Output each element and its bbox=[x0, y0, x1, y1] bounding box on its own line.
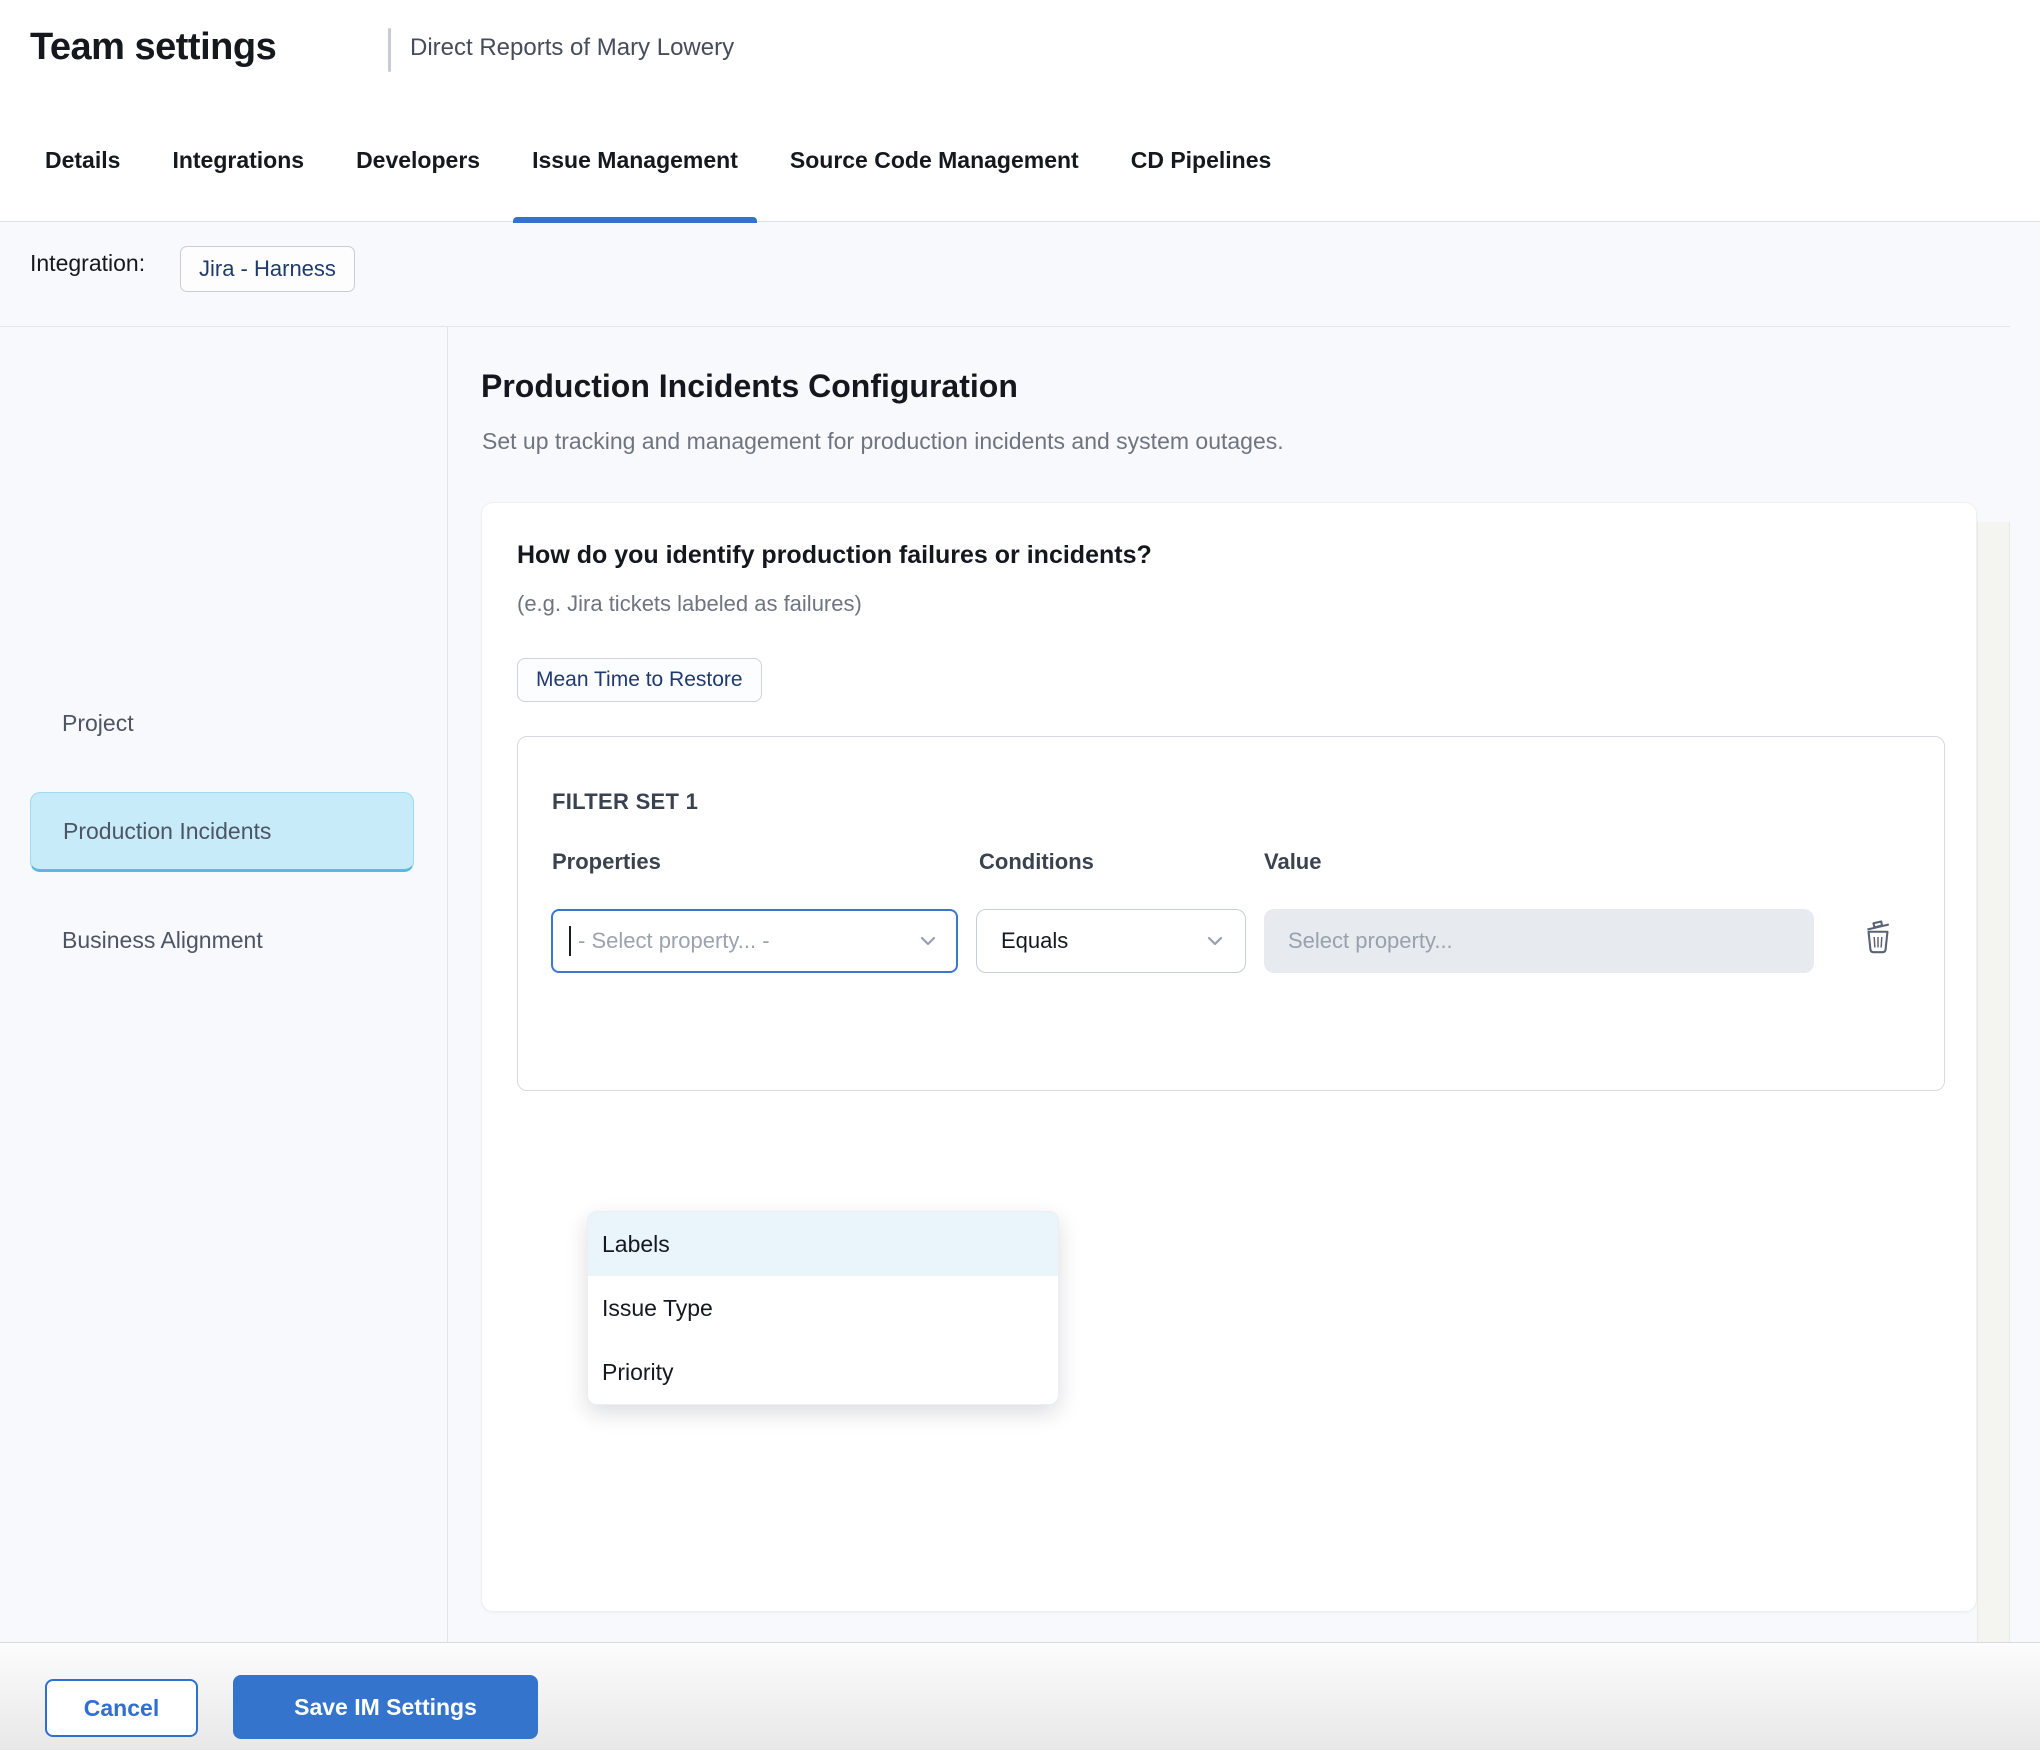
tab-details[interactable]: Details bbox=[45, 100, 120, 222]
filter-set-1: FILTER SET 1 Properties Conditions Value… bbox=[517, 736, 1945, 1091]
dropdown-option-issue-type[interactable]: Issue Type bbox=[588, 1276, 1058, 1340]
team-settings-page: Team settings Direct Reports of Mary Low… bbox=[0, 0, 2040, 1750]
integration-label: Integration: bbox=[30, 250, 145, 277]
section-title: Production Incidents Configuration bbox=[481, 368, 1018, 405]
scrollbar-track[interactable] bbox=[1977, 522, 2010, 1642]
properties-column-label: Properties bbox=[552, 849, 661, 875]
tab-issue-management[interactable]: Issue Management bbox=[532, 100, 738, 222]
mean-time-to-restore-chip[interactable]: Mean Time to Restore bbox=[517, 658, 762, 702]
delete-filter-button[interactable] bbox=[1854, 913, 1902, 961]
trash-icon bbox=[1857, 916, 1899, 958]
chevron-down-icon bbox=[916, 929, 940, 953]
filter-set-title: FILTER SET 1 bbox=[552, 789, 698, 815]
value-input[interactable] bbox=[1264, 909, 1814, 973]
title-separator bbox=[388, 28, 391, 72]
tab-integrations[interactable]: Integrations bbox=[172, 100, 304, 222]
tab-source-code-management[interactable]: Source Code Management bbox=[790, 100, 1079, 222]
tab-bar: Details Integrations Developers Issue Ma… bbox=[0, 100, 2040, 222]
page-subtitle: Direct Reports of Mary Lowery bbox=[410, 34, 734, 62]
value-column-label: Value bbox=[1264, 849, 1321, 875]
tab-cd-pipelines[interactable]: CD Pipelines bbox=[1131, 100, 1272, 222]
footer-bar: Cancel Save IM Settings bbox=[0, 1642, 2040, 1750]
dropdown-option-labels[interactable]: Labels bbox=[588, 1212, 1058, 1276]
integration-badge[interactable]: Jira - Harness bbox=[180, 246, 355, 292]
conditions-column-label: Conditions bbox=[979, 849, 1094, 875]
cancel-button[interactable]: Cancel bbox=[45, 1679, 198, 1737]
identify-incidents-question: How do you identify production failures … bbox=[517, 541, 1152, 570]
chevron-down-icon bbox=[1203, 929, 1227, 953]
property-dropdown: Labels Issue Type Priority bbox=[587, 1211, 1059, 1405]
sidebar-item-production-incidents[interactable]: Production Incidents bbox=[30, 792, 414, 872]
property-select[interactable]: - Select property... - bbox=[551, 909, 958, 973]
settings-sidebar: Project Production Incidents Business Al… bbox=[0, 327, 448, 1642]
section-description: Set up tracking and management for produ… bbox=[482, 428, 1284, 455]
page-title: Team settings bbox=[30, 26, 276, 69]
sidebar-item-project[interactable]: Project bbox=[62, 710, 134, 737]
sidebar-item-business-alignment[interactable]: Business Alignment bbox=[62, 927, 263, 954]
tab-developers[interactable]: Developers bbox=[356, 100, 480, 222]
condition-select[interactable]: Equals bbox=[976, 909, 1246, 973]
dropdown-option-priority[interactable]: Priority bbox=[588, 1340, 1058, 1404]
identify-incidents-hint: (e.g. Jira tickets labeled as failures) bbox=[517, 591, 862, 617]
condition-select-value: Equals bbox=[1001, 928, 1203, 954]
property-select-placeholder: - Select property... - bbox=[578, 928, 916, 954]
incidents-config-card: How do you identify production failures … bbox=[481, 502, 1977, 1612]
save-im-settings-button[interactable]: Save IM Settings bbox=[233, 1675, 538, 1739]
text-caret bbox=[569, 926, 571, 956]
